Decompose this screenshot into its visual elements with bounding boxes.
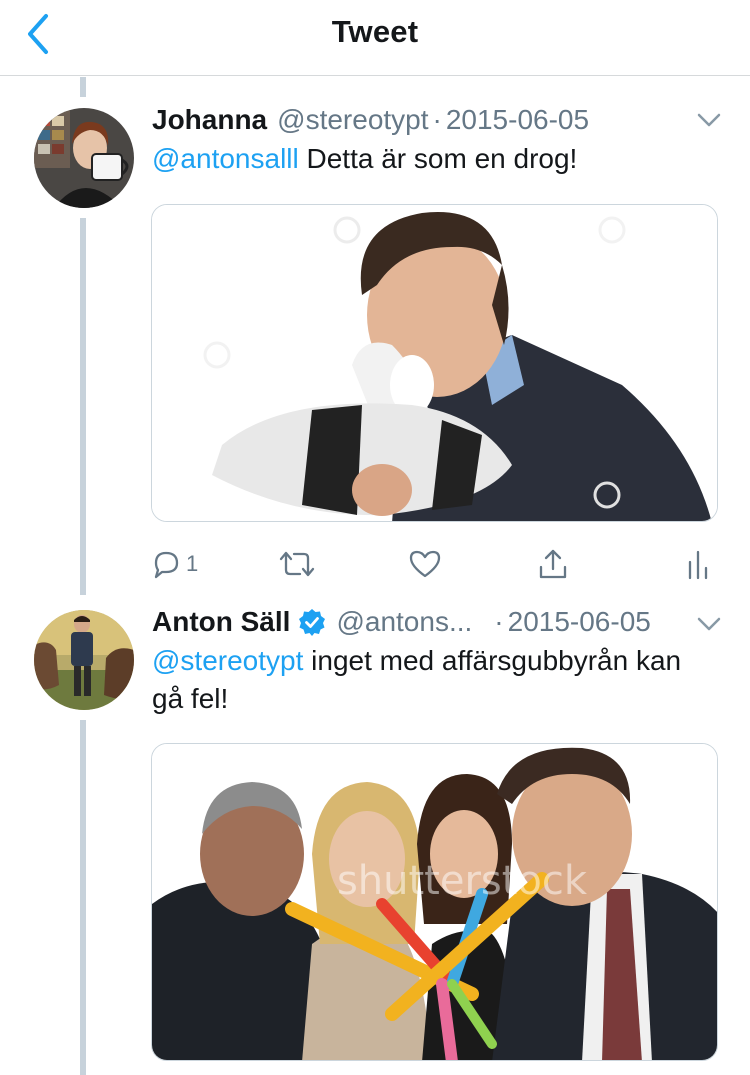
retweet-icon bbox=[279, 551, 315, 577]
reply-count: 1 bbox=[186, 551, 199, 576]
thread-line-bottom bbox=[80, 720, 86, 1075]
avatar[interactable] bbox=[34, 610, 134, 710]
tweet-media-photo[interactable]: shutterstock bbox=[151, 743, 718, 1061]
page-title: Tweet bbox=[331, 14, 419, 49]
reply-button[interactable]: 1 bbox=[150, 544, 198, 584]
thread-line-connector bbox=[80, 218, 86, 595]
separator-dot: · bbox=[432, 104, 442, 135]
chevron-down-icon[interactable] bbox=[696, 616, 722, 632]
tweet-date[interactable]: 2015-06-05 bbox=[446, 104, 589, 136]
mention-link[interactable]: @antonsalll bbox=[152, 143, 299, 174]
watermark-text: shutterstock bbox=[337, 858, 588, 904]
author-handle[interactable]: @antons... bbox=[336, 606, 472, 638]
tweet-header: Anton Säll @antons... · 2015-06-05 bbox=[152, 604, 651, 640]
author-name[interactable]: Johanna bbox=[152, 104, 267, 136]
analytics-button[interactable] bbox=[686, 544, 712, 584]
tweet-actions: 1 bbox=[150, 544, 720, 584]
tweet-media-photo[interactable] bbox=[151, 204, 718, 522]
retweet-button[interactable] bbox=[278, 544, 316, 584]
tweet-body: Detta är som en drog! bbox=[298, 143, 578, 174]
analytics-icon bbox=[688, 550, 708, 580]
tweet-header: Johanna @stereotypt · 2015-06-05 bbox=[152, 102, 589, 138]
tweet-date[interactable]: 2015-06-05 bbox=[508, 606, 651, 638]
avatar[interactable] bbox=[34, 108, 134, 208]
thread-line-top bbox=[80, 77, 86, 97]
heart-icon bbox=[409, 550, 441, 578]
photo-image: shutterstock bbox=[152, 744, 717, 1060]
author-name[interactable]: Anton Säll bbox=[152, 606, 290, 638]
verified-badge-icon bbox=[299, 609, 326, 636]
top-bar: Tweet bbox=[0, 0, 750, 76]
share-button[interactable] bbox=[536, 544, 570, 584]
share-icon bbox=[539, 549, 567, 579]
tweet-text: @stereotypt inget med affärsgubbyrån kan… bbox=[152, 642, 712, 718]
mention-link[interactable]: @stereotypt bbox=[152, 645, 303, 676]
separator-dot: · bbox=[494, 606, 504, 637]
tweet-text: @antonsalll Detta är som en drog! bbox=[152, 140, 722, 178]
reply-icon bbox=[154, 551, 179, 579]
like-button[interactable] bbox=[408, 544, 442, 584]
photo-image bbox=[152, 205, 717, 521]
author-handle[interactable]: @stereotypt bbox=[277, 104, 428, 136]
chevron-down-icon[interactable] bbox=[696, 112, 722, 128]
